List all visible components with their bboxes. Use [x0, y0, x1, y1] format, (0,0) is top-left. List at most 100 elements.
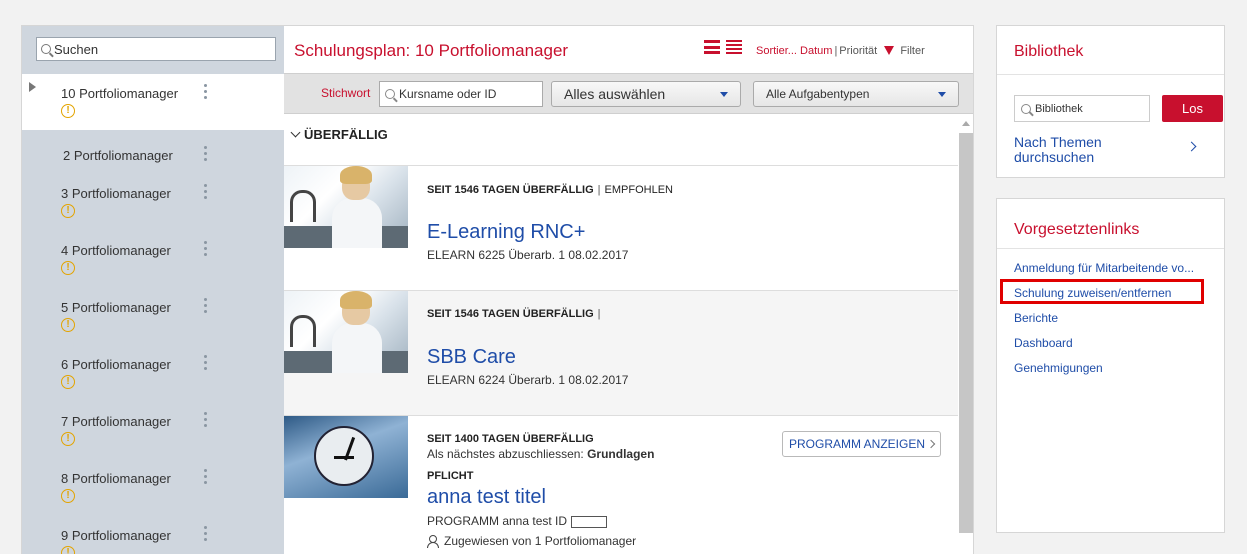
warning-icon: !: [61, 318, 75, 332]
section-label: ÜBERFÄLLIG: [304, 127, 388, 142]
sidebar-item-9-portfoliomanager[interactable]: 9 Portfoliomanager !: [22, 516, 284, 554]
library-search-input[interactable]: Bibliothek: [1014, 95, 1150, 122]
overdue-section-toggle[interactable]: ÜBERFÄLLIG: [290, 127, 388, 142]
course-meta: ELEARN 6224 Überarb. 1 08.02.2017: [427, 373, 629, 387]
warning-icon: !: [61, 375, 75, 389]
sort-bar: Sortier... Datum | Priorität Filter: [756, 45, 925, 57]
search-icon: [1021, 103, 1031, 114]
manager-links-card: Vorgesetztenlinks Anmeldung für Mitarbei…: [996, 198, 1225, 533]
sidebar-item-label: 9 Portfoliomanager: [61, 528, 171, 543]
more-options-icon[interactable]: [202, 84, 208, 102]
sidebar-item-7-portfoliomanager[interactable]: 7 Portfoliomanager !: [22, 402, 284, 459]
employee-search-input[interactable]: Suchen: [36, 37, 276, 61]
course-meta: ELEARN 6225 Überarb. 1 08.02.2017: [427, 248, 629, 262]
page-title: Schulungsplan: 10 Portfoliomanager: [294, 41, 569, 60]
employee-search-placeholder: Suchen: [54, 41, 99, 57]
sidebar-item-label: 3 Portfoliomanager: [61, 186, 171, 201]
employee-sidebar: Suchen 10 Portfoliomanager ! 2 Portfolio…: [22, 26, 284, 554]
sidebar-item-label: 4 Portfoliomanager: [61, 243, 171, 258]
course-search-input[interactable]: Kursname oder ID: [379, 81, 543, 107]
content-header: Schulungsplan: 10 Portfoliomanager Sorti…: [284, 26, 973, 72]
more-options-icon[interactable]: [202, 412, 208, 430]
chevron-down-icon: [938, 92, 946, 97]
course-title-link[interactable]: E-Learning RNC+: [427, 221, 585, 244]
sidebar-item-label: 2 Portfoliomanager: [63, 148, 173, 163]
course-thumbnail: [284, 166, 408, 248]
more-options-icon[interactable]: [202, 355, 208, 373]
sidebar-item-2-portfoliomanager[interactable]: 2 Portfoliomanager: [22, 130, 284, 174]
more-options-icon[interactable]: [202, 526, 208, 544]
go-button[interactable]: Los: [1162, 95, 1223, 122]
chevron-right-icon: [926, 439, 936, 449]
scroll-up-icon[interactable]: [962, 121, 970, 126]
sidebar-item-10-portfoliomanager[interactable]: 10 Portfoliomanager !: [22, 74, 284, 130]
filter-link[interactable]: Filter: [900, 45, 924, 57]
sidebar-item-4-portfoliomanager[interactable]: 4 Portfoliomanager !: [22, 231, 284, 288]
training-plan-panel: Suchen 10 Portfoliomanager ! 2 Portfolio…: [21, 25, 974, 554]
sidebar-item-6-portfoliomanager[interactable]: 6 Portfoliomanager !: [22, 345, 284, 402]
warning-icon: !: [61, 204, 75, 218]
warning-icon: !: [61, 261, 75, 275]
expand-triangle-icon[interactable]: [29, 82, 36, 92]
chevron-down-icon: [290, 127, 301, 138]
warning-icon: !: [61, 104, 75, 118]
more-options-icon[interactable]: [202, 469, 208, 487]
chevron-right-icon[interactable]: [1186, 141, 1197, 152]
library-card: Bibliothek Bibliothek Los Nach Themen du…: [996, 25, 1225, 178]
view-toggle: [704, 40, 742, 54]
more-options-icon[interactable]: [202, 241, 208, 259]
highlight-box: [1000, 279, 1204, 304]
show-program-button[interactable]: PROGRAMM ANZEIGEN: [782, 431, 941, 457]
program-item: SEIT 1400 TAGEN ÜBERFÄLLIG Als nächstes …: [284, 415, 958, 554]
chevron-down-icon: [720, 92, 728, 97]
select-all-value: Alles auswählen: [564, 86, 666, 102]
keyword-label: Stichwort: [321, 86, 371, 100]
overdue-status: SEIT 1400 TAGEN ÜBERFÄLLIG: [427, 433, 594, 445]
sidebar-item-label: 7 Portfoliomanager: [61, 414, 171, 429]
course-item: SEIT 1546 TAGEN ÜBERFÄLLIG | EMPFOHLEN E-L…: [284, 165, 958, 290]
task-type-value: Alle Aufgabentypen: [766, 87, 870, 101]
sort-priority-link[interactable]: Priorität: [839, 45, 877, 57]
select-all-dropdown[interactable]: Alles auswählen: [551, 81, 741, 107]
browse-topics-link[interactable]: Nach Themen durchsuchen: [1014, 135, 1134, 165]
task-type-dropdown[interactable]: Alle Aufgabentypen: [753, 81, 959, 107]
sort-label[interactable]: Sortier...: [756, 45, 797, 57]
filter-toolbar: Stichwort Kursname oder ID Alles auswähl…: [284, 73, 973, 114]
link-approvals[interactable]: Genehmigungen: [1014, 358, 1222, 383]
warning-icon: !: [61, 432, 75, 446]
course-search-placeholder: Kursname oder ID: [399, 87, 497, 101]
link-dashboard[interactable]: Dashboard: [1014, 333, 1222, 358]
overdue-status: SEIT 1546 TAGEN ÜBERFÄLLIG |: [427, 308, 601, 320]
program-title-link[interactable]: anna test titel: [427, 486, 546, 509]
course-thumbnail: [284, 291, 408, 373]
sidebar-item-5-portfoliomanager[interactable]: 5 Portfoliomanager !: [22, 288, 284, 345]
id-box: [571, 515, 608, 528]
list-view-compact-icon[interactable]: [726, 40, 742, 54]
sidebar-item-8-portfoliomanager[interactable]: 8 Portfoliomanager !: [22, 459, 284, 516]
sort-date-link[interactable]: Datum: [800, 45, 832, 57]
required-tag: PFLICHT: [427, 470, 474, 482]
more-options-icon[interactable]: [202, 184, 208, 202]
more-options-icon[interactable]: [202, 146, 208, 164]
scrollbar[interactable]: [959, 119, 973, 554]
sidebar-item-label: 5 Portfoliomanager: [61, 300, 171, 315]
recommended-tag: EMPFOHLEN: [604, 184, 673, 196]
training-plan-content: Schulungsplan: 10 Portfoliomanager Sorti…: [284, 26, 973, 554]
link-reports[interactable]: Berichte: [1014, 308, 1222, 333]
program-thumbnail: [284, 416, 408, 498]
search-icon: [385, 89, 395, 99]
course-list: ÜBERFÄLLIG SEIT 1546 TAGEN ÜBERFÄLLIG | EM…: [284, 115, 973, 554]
course-item: SEIT 1546 TAGEN ÜBERFÄLLIG | SBB Care ELE…: [284, 290, 958, 415]
course-title-link[interactable]: SBB Care: [427, 346, 516, 369]
sidebar-item-3-portfoliomanager[interactable]: 3 Portfoliomanager !: [22, 174, 284, 231]
sidebar-item-label: 8 Portfoliomanager: [61, 471, 171, 486]
sidebar-item-label: 10 Portfoliomanager: [61, 86, 179, 101]
scrollbar-thumb[interactable]: [959, 133, 973, 533]
filter-icon[interactable]: [884, 46, 895, 55]
list-view-large-icon[interactable]: [704, 40, 720, 54]
next-step: Als nächstes abzuschliessen: Grundlagen: [427, 447, 655, 461]
manager-links-list: Anmeldung für Mitarbeitende vo... Schulu…: [1014, 258, 1222, 383]
sidebar-item-label: 6 Portfoliomanager: [61, 357, 171, 372]
more-options-icon[interactable]: [202, 298, 208, 316]
overdue-status: SEIT 1546 TAGEN ÜBERFÄLLIG | EMPFOHLEN: [427, 184, 673, 196]
